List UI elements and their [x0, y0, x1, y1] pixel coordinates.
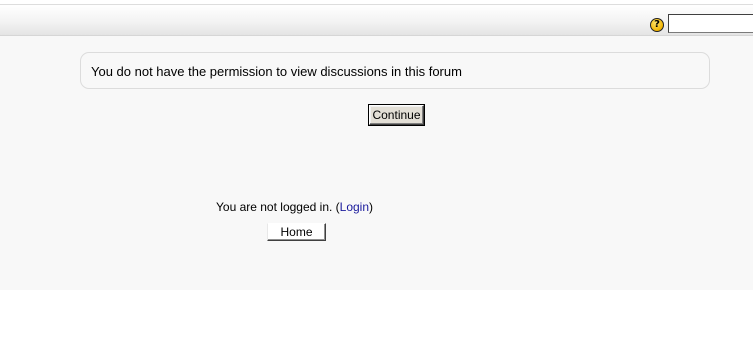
- home-button[interactable]: Home: [267, 223, 326, 241]
- login-link[interactable]: Login: [340, 200, 369, 214]
- page: ? You do not have the permission to view…: [0, 0, 753, 353]
- permission-notice-text: You do not have the permission to view d…: [91, 64, 462, 79]
- login-status-suffix: ): [369, 200, 374, 214]
- continue-button[interactable]: Continue: [368, 104, 425, 126]
- main-content: You do not have the permission to view d…: [0, 36, 753, 290]
- login-status-text: You are not logged in. (: [216, 200, 340, 214]
- notice-box: You do not have the permission to view d…: [80, 52, 710, 89]
- help-icon[interactable]: ?: [650, 18, 664, 32]
- login-info: You are not logged in. (Login): [216, 200, 373, 214]
- header-bar: ?: [0, 5, 753, 36]
- search-input[interactable]: [668, 14, 753, 33]
